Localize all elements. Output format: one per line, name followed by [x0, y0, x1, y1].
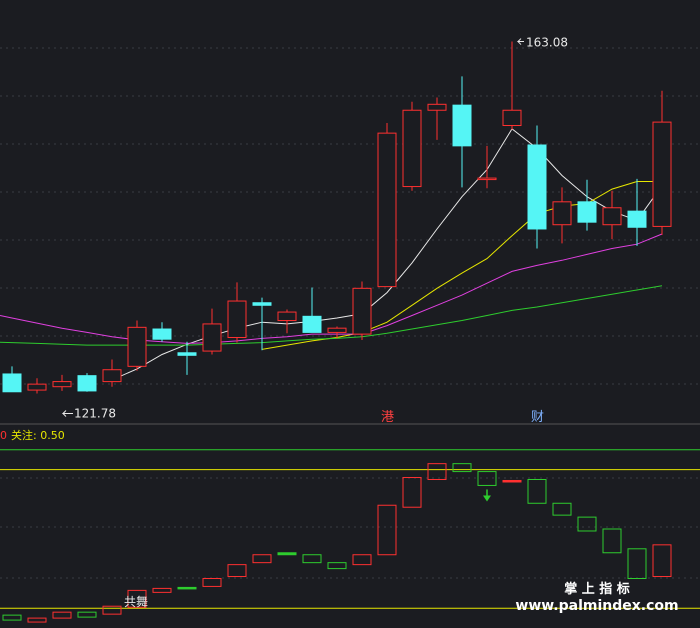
candle — [352, 281, 372, 341]
down-arrow-head — [483, 495, 491, 502]
indicator-signals: 共舞 — [124, 489, 491, 609]
indicator-box — [402, 477, 422, 508]
watermark: 掌 上 指 标 www.palmindex.com — [515, 581, 678, 614]
candle — [2, 366, 22, 393]
candle — [202, 308, 222, 355]
indicator-box — [452, 463, 472, 473]
low-arrow — [61, 410, 73, 417]
candle-body — [652, 121, 672, 227]
stock-chart: 163.08 121.78 港 财 0 关注: 0.50 共舞 掌 上 指 标 … — [0, 36, 700, 623]
indicator-box — [502, 479, 522, 483]
high-arrow — [516, 38, 524, 45]
indicator-box — [227, 564, 247, 578]
indicator-box — [627, 548, 647, 579]
candle-body — [552, 201, 572, 226]
candle-body — [177, 352, 197, 356]
indicator-box — [652, 544, 672, 578]
indicator-title: 关注: 0.50 — [11, 428, 65, 442]
indicator-header: 0 关注: 0.50 — [0, 428, 65, 442]
candle-body — [152, 328, 172, 340]
candle-body — [202, 323, 222, 352]
candle-body — [127, 326, 147, 367]
indicator-box — [577, 516, 597, 532]
indicator-box — [352, 554, 372, 566]
indicator-box — [77, 611, 97, 618]
candle-body — [327, 327, 347, 333]
candle-body — [577, 201, 597, 223]
candle — [402, 101, 422, 191]
event-label-hk: 港 — [381, 410, 394, 425]
indicator-box — [277, 552, 297, 556]
candle-body — [377, 132, 397, 288]
watermark-url: www.palmindex.com — [515, 598, 678, 614]
indicator-box — [152, 587, 172, 593]
candle — [602, 190, 622, 240]
indicator-box — [2, 614, 22, 621]
indicator-box — [377, 504, 397, 556]
low-price-label: 121.78 — [74, 406, 116, 420]
indicator-box — [602, 528, 622, 554]
indicator-box — [177, 586, 197, 590]
indicator-box — [27, 617, 47, 623]
indicator-prefix: 0 — [0, 429, 7, 442]
ma-line-1 — [261, 181, 662, 350]
candle — [227, 282, 247, 343]
candle-body — [52, 381, 72, 388]
indicator-box — [252, 554, 272, 564]
indicator-box — [477, 471, 497, 486]
candle-body — [452, 104, 472, 147]
indicator-box — [527, 479, 547, 504]
candle-body — [402, 109, 422, 188]
indicator-box — [302, 554, 322, 564]
candle — [52, 374, 72, 391]
candle — [577, 179, 597, 231]
indicator-box — [327, 562, 347, 570]
candle — [477, 145, 497, 189]
candle — [102, 359, 122, 387]
indicator-box — [52, 611, 72, 619]
candle-body — [102, 369, 122, 383]
candle — [552, 187, 572, 244]
candle — [502, 41, 522, 130]
candle — [152, 322, 172, 342]
indicator-grid — [0, 477, 700, 579]
candle — [27, 378, 47, 394]
candle-body — [77, 375, 97, 392]
ma-line-2 — [0, 233, 663, 344]
candle-body — [352, 287, 372, 335]
candle — [652, 90, 672, 235]
indicator-box — [427, 463, 447, 481]
candle-body — [627, 210, 647, 228]
candle — [452, 76, 472, 188]
candle-body — [602, 207, 622, 226]
candle-body — [502, 109, 522, 127]
high-price-label: 163.08 — [526, 36, 568, 50]
candle-body — [277, 311, 297, 322]
candle — [127, 320, 147, 371]
candle — [377, 122, 397, 288]
candle-body — [2, 373, 22, 393]
event-label-finance: 财 — [531, 410, 544, 425]
indicator-box — [202, 578, 222, 587]
candle-body — [427, 103, 447, 111]
candle-body — [27, 383, 47, 391]
candle-body — [252, 302, 272, 306]
candle-body — [302, 315, 322, 333]
candle — [277, 309, 297, 334]
candle-body — [477, 177, 497, 181]
indicator-box — [552, 502, 572, 516]
candle-body — [227, 300, 247, 339]
candle — [627, 178, 647, 246]
signal-label: 共舞 — [124, 595, 148, 609]
watermark-title: 掌 上 指 标 — [564, 581, 630, 597]
candle — [302, 287, 322, 333]
candle — [427, 97, 447, 140]
candlesticks — [2, 41, 672, 394]
moving-average-lines — [0, 128, 663, 381]
indicator-box — [102, 605, 122, 615]
candle-body — [527, 144, 547, 230]
candle — [77, 373, 97, 392]
